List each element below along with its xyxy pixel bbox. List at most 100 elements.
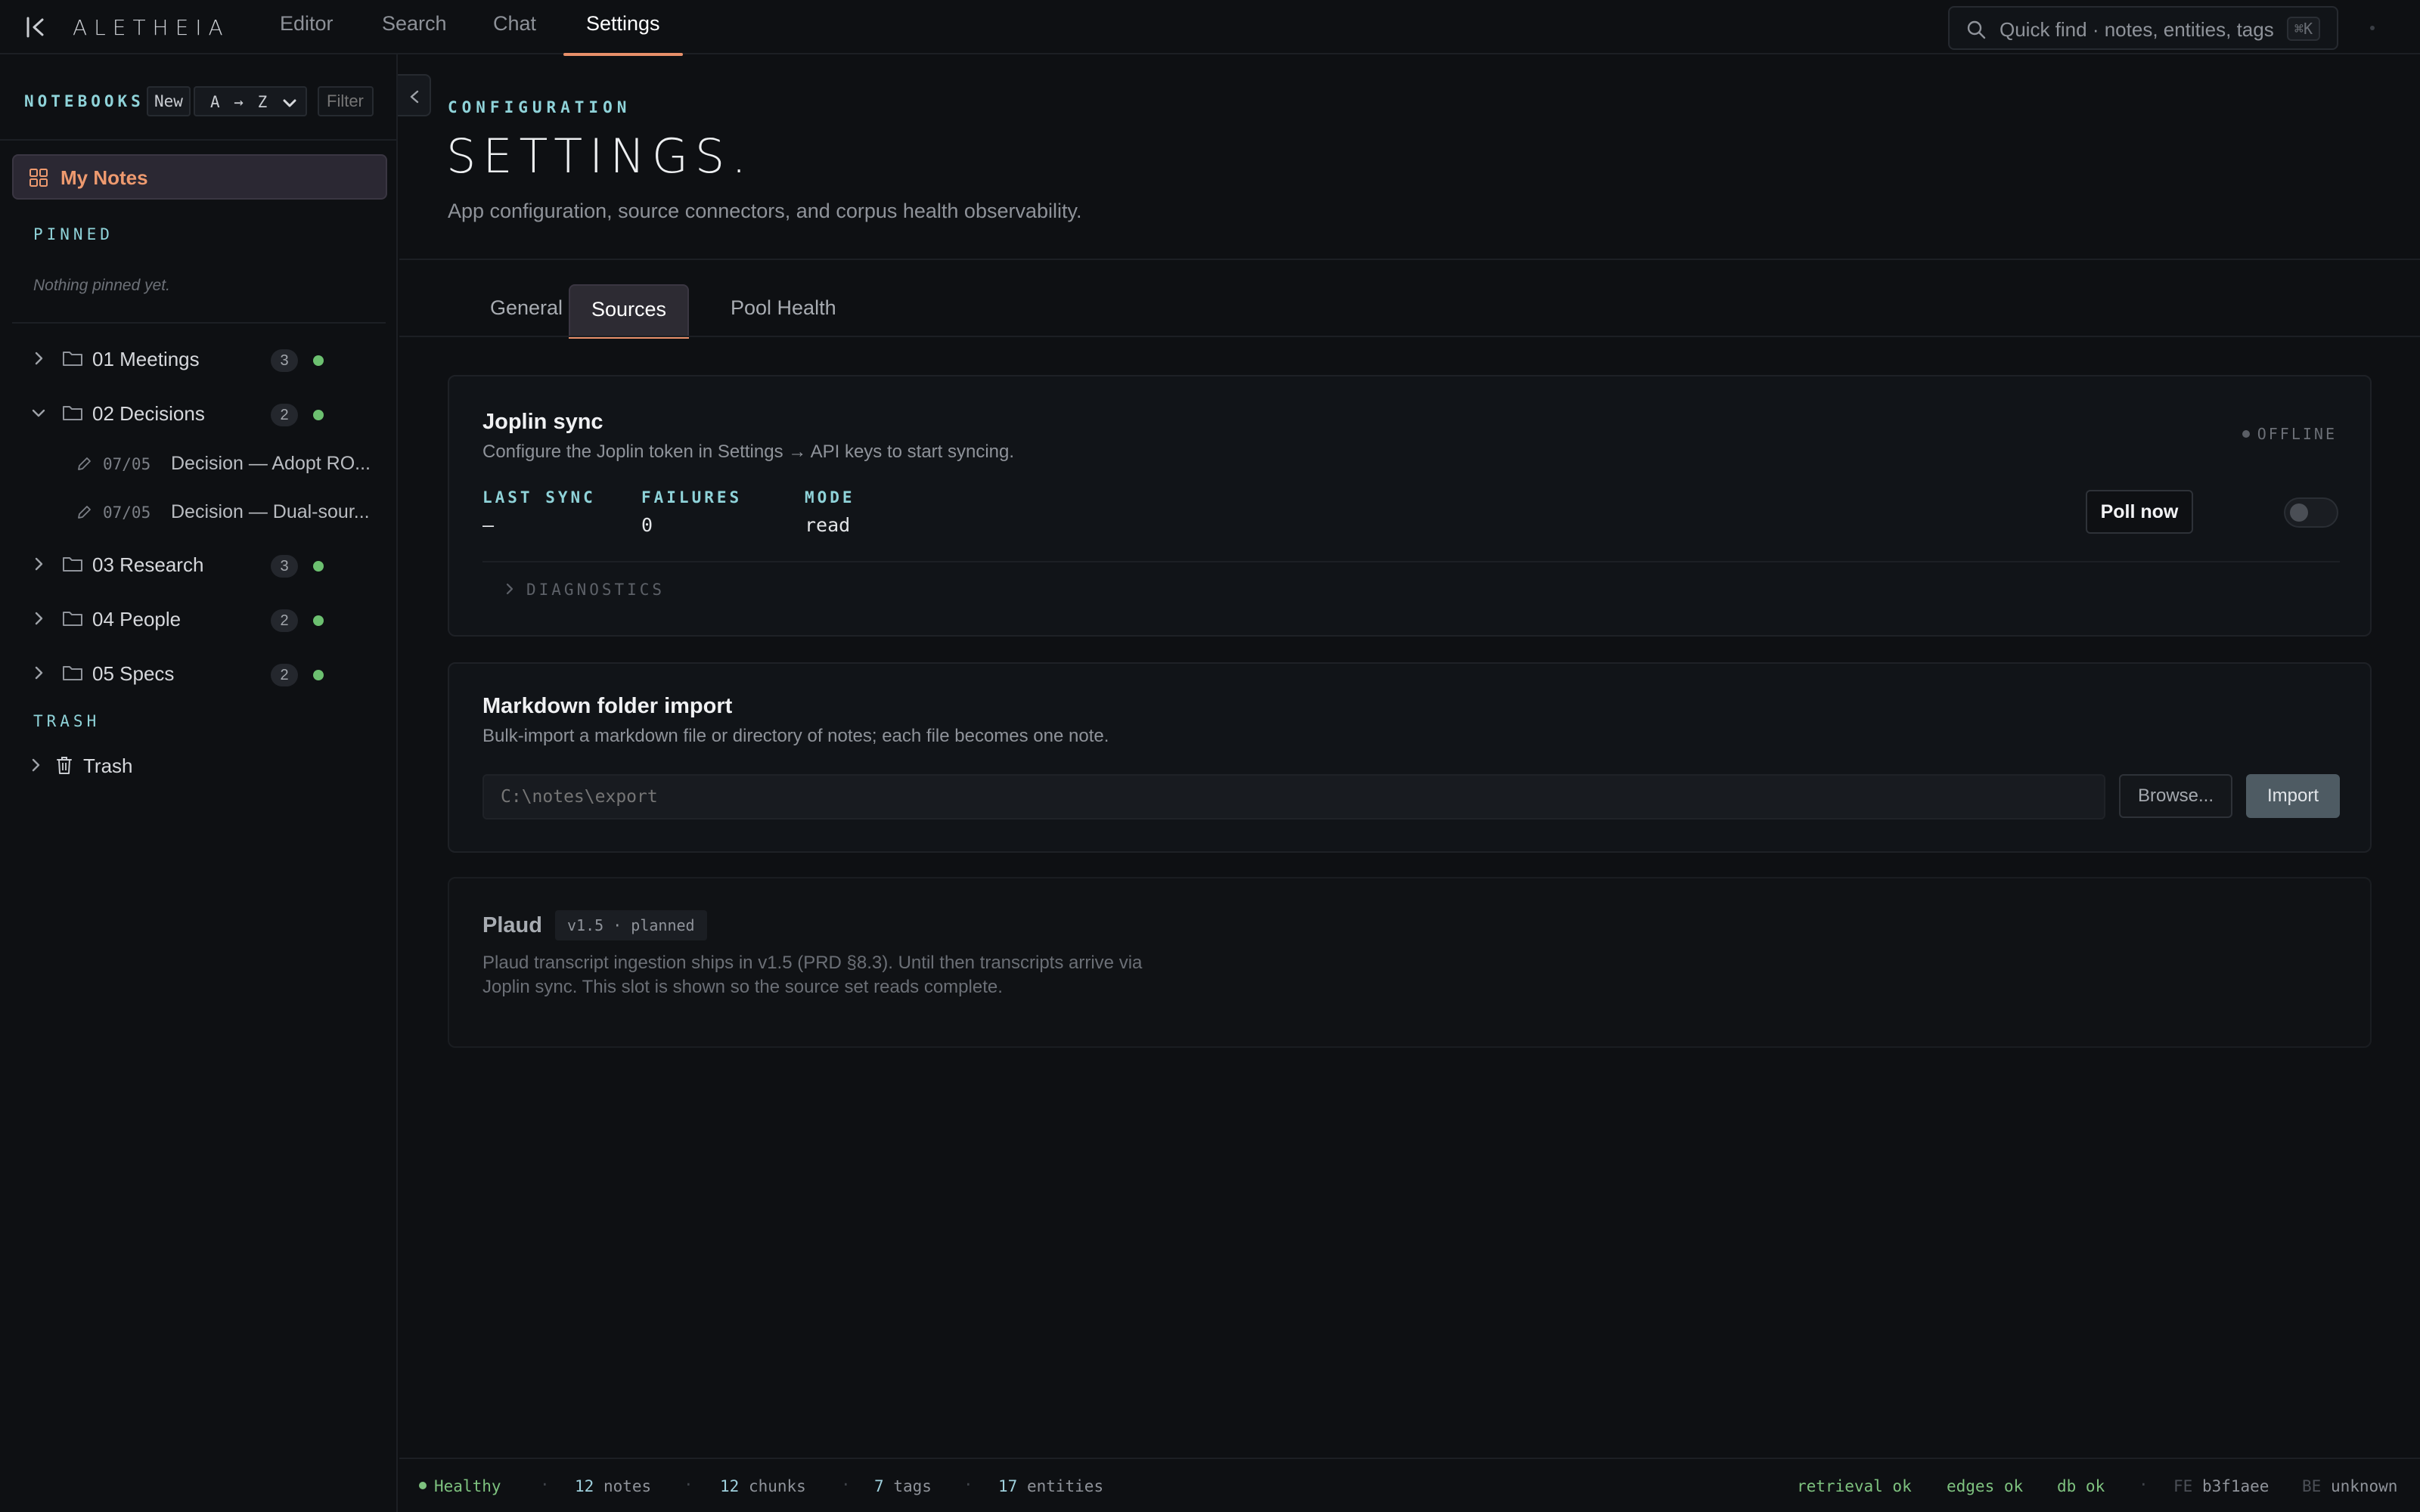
chevron-down-icon[interactable] [30,404,47,421]
chevron-right-icon[interactable] [30,610,47,627]
nav-chat[interactable]: Chat [493,12,536,54]
page-title: SETTINGS. [446,129,753,184]
folder-count-badge: 3 [271,349,298,372]
folder-people[interactable]: 04 People 2 [30,600,386,638]
import-button[interactable]: Import [2246,774,2340,818]
backend-version: BE unknown [2302,1477,2397,1495]
brand-logo: ALETHEIA [73,15,230,40]
edges-check: edges ok [1947,1477,2024,1495]
poll-now-button[interactable]: Poll now [2086,490,2193,534]
settings-main: CONFIGURATION SETTINGS. App configuratio… [399,54,2420,1458]
page-eyebrow: CONFIGURATION [448,98,631,116]
more-dot-icon[interactable] [2370,26,2375,30]
health-dot [419,1482,427,1489]
markdown-path-input[interactable] [482,774,2105,820]
status-bar: Healthy · 12 notes · 12 chunks · 7 tags … [399,1458,2420,1512]
chevron-right-icon[interactable] [30,350,47,367]
backend-version-value: unknown [2330,1477,2398,1495]
diagnostics-label: DIAGNOSTICS [526,581,666,599]
notebook-filter-input[interactable] [318,86,374,116]
plaud-card: Plaud v1.5 · planned Plaud transcript in… [448,877,2372,1048]
frontend-version-label: FE [2173,1477,2193,1495]
folder-icon [63,612,82,626]
card-description-line-1: Plaud transcript ingestion ships in v1.5… [482,953,1143,973]
tab-sources[interactable]: Sources [569,284,690,339]
status-dot [2242,429,2250,438]
joplin-sync-card: Joplin sync Configure the Joplin token i… [448,375,2372,637]
folder-count-badge: 3 [271,555,298,578]
backend-version-label: BE [2302,1477,2322,1495]
folder-label: 04 People [92,608,182,631]
stat-label-failures: FAILURES [641,488,743,507]
trash-label: Trash [83,754,133,777]
separator: · [540,1476,550,1494]
my-notes-item[interactable]: My Notes [12,154,387,200]
page-subtitle: App configuration, source connectors, an… [448,200,1082,222]
grid-icon [29,168,48,191]
folder-meetings[interactable]: 01 Meetings 3 [30,340,386,378]
pencil-icon [78,506,91,519]
stat-value-failures: 0 [641,514,653,536]
joplin-sync-toggle[interactable] [2284,497,2338,528]
note-item[interactable]: 07/05 Decision — Dual-sour... [76,494,386,531]
header-divider [399,259,2420,260]
nav-search[interactable]: Search [382,12,447,54]
folder-decisions[interactable]: 02 Decisions 2 [30,395,386,432]
frontend-version: FE b3f1aee [2173,1477,2269,1495]
notes-count-value: 12 [575,1477,594,1495]
tags-count-value: 7 [874,1477,884,1495]
folder-specs[interactable]: 05 Specs 2 [30,655,386,692]
card-description: Bulk-import a markdown file or directory… [482,726,1109,746]
diagnostics-expander[interactable]: DIAGNOSTICS [504,581,665,599]
card-title: Joplin sync [482,410,603,434]
tags-count: 7 tags [874,1477,932,1495]
status-dot [313,670,324,680]
sort-select[interactable]: A → Z [194,86,307,116]
pinned-empty-text: Nothing pinned yet. [33,277,170,294]
chunks-count: 12 chunks [720,1477,806,1495]
quick-find-placeholder: Quick find · notes, entities, tags [2000,18,2274,41]
search-icon [1966,20,1986,39]
health-status: Healthy [419,1477,501,1495]
nav-settings[interactable]: Settings [563,12,682,56]
folder-icon [63,406,82,420]
chevron-right-icon[interactable] [27,757,44,773]
card-description-line-2: Joplin sync. This slot is shown so the s… [482,977,1003,997]
folder-icon [63,666,82,680]
folder-icon [63,352,82,366]
chevron-right-icon [506,583,513,595]
notebooks-header: NOTEBOOKS New A → Z [0,54,396,141]
chevron-right-icon[interactable] [30,665,47,681]
note-item[interactable]: 07/05 Decision — Adopt RO... [76,446,386,482]
status-dot [313,561,324,572]
card-title: Markdown folder import [482,694,733,718]
trash-section-label: TRASH [33,712,101,730]
folder-label: 05 Specs [92,662,175,685]
sidebar-divider [12,322,386,324]
separator: · [841,1476,851,1494]
notebooks-title: NOTEBOOKS [24,92,144,110]
new-notebook-button[interactable]: New [147,86,191,116]
chevron-right-icon[interactable] [30,556,47,572]
entities-count: 17 entities [998,1477,1103,1495]
status-dot [313,355,324,366]
separator: · [2139,1476,2149,1494]
folder-count-badge: 2 [271,404,298,426]
folder-research[interactable]: 03 Research 3 [30,546,386,584]
tab-general[interactable]: General [469,284,584,337]
version-badge: v1.5 · planned [555,910,707,940]
trash-item[interactable]: Trash [27,747,383,785]
collapse-sidebar-icon[interactable] [23,14,50,41]
quick-find-input[interactable]: Quick find · notes, entities, tags ⌘K [1948,6,2338,50]
db-check: db ok [2057,1477,2105,1495]
tags-count-label: tags [893,1477,932,1495]
markdown-import-card: Markdown folder import Bulk-import a mar… [448,662,2372,853]
retrieval-check: retrieval ok [1797,1477,1912,1495]
note-date: 07/05 [103,455,151,473]
browse-button[interactable]: Browse... [2119,774,2232,818]
folder-label: 03 Research [92,553,204,576]
nav-editor[interactable]: Editor [280,12,334,54]
shortcut-badge: ⌘K [2286,17,2320,41]
folder-icon [63,557,82,572]
tab-pool-health[interactable]: Pool Health [709,284,858,337]
